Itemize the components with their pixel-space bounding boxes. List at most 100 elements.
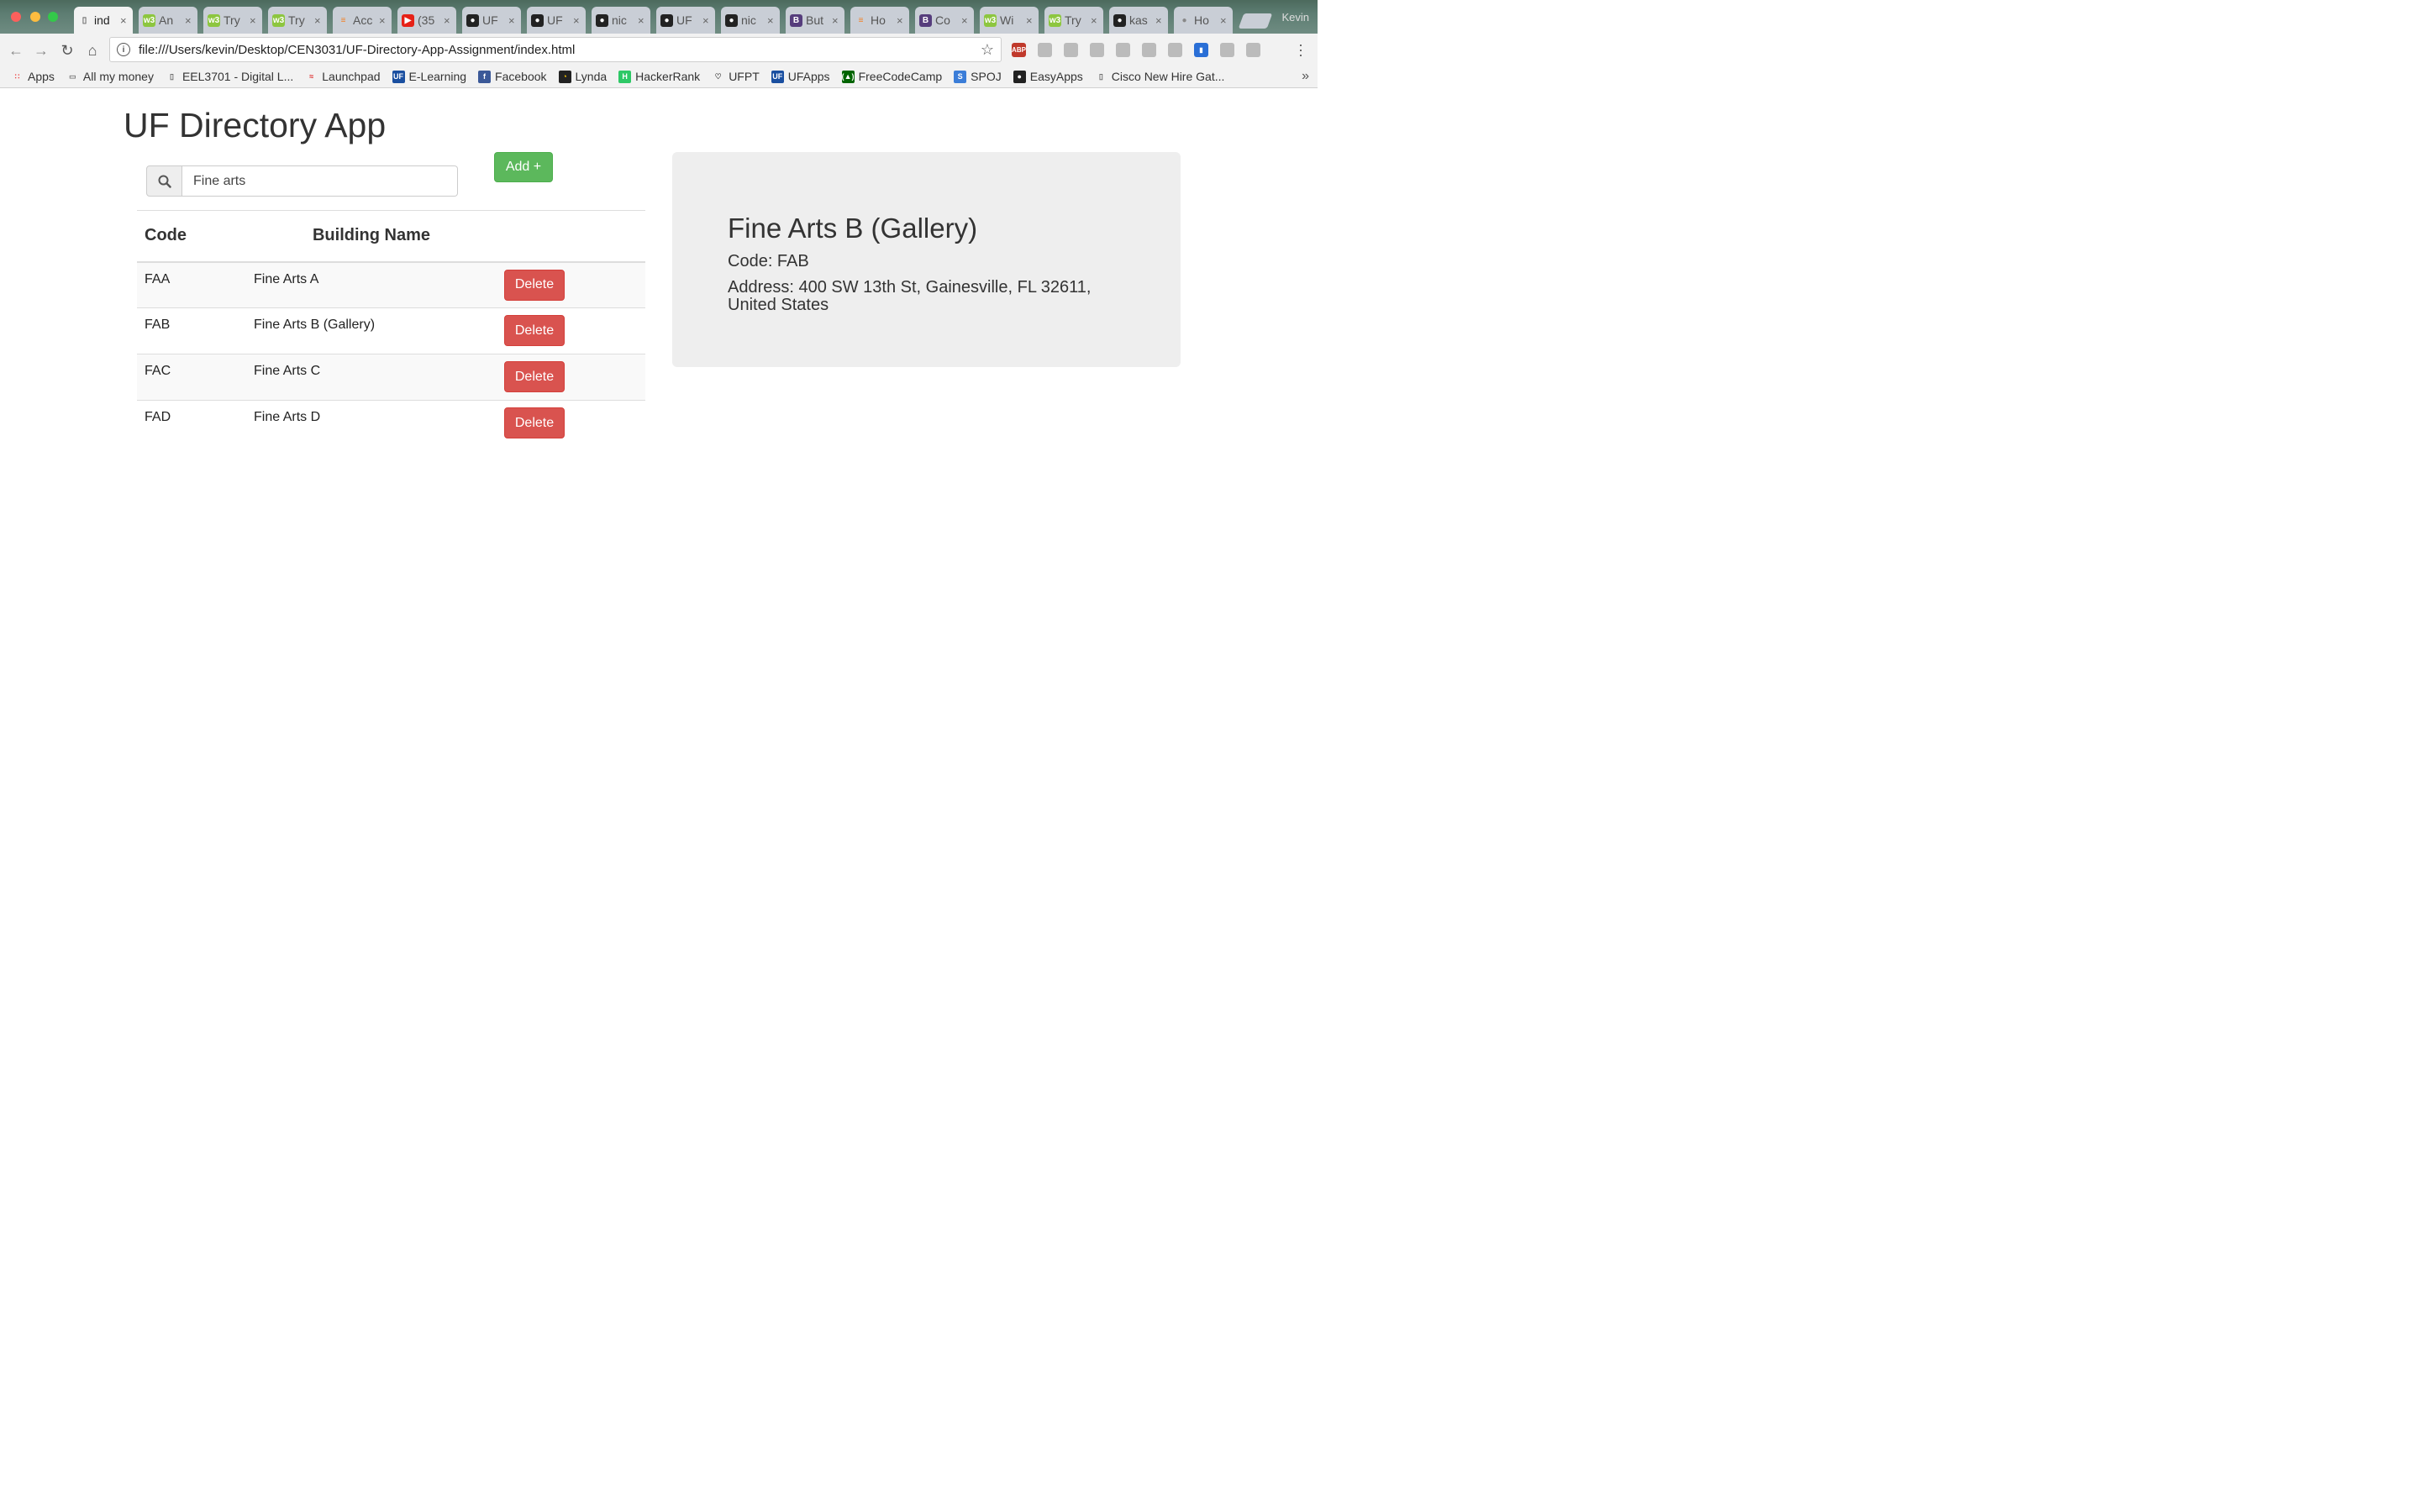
browser-tab[interactable]: ≡ Acc ×	[333, 7, 392, 34]
browser-tab[interactable]: ● UF ×	[527, 7, 586, 34]
close-tab-icon[interactable]: ×	[250, 14, 258, 27]
close-tab-icon[interactable]: ×	[120, 14, 129, 27]
extension-icon[interactable]	[1142, 43, 1156, 57]
info-icon[interactable]: i	[117, 43, 130, 56]
search-icon	[146, 165, 182, 197]
reload-icon[interactable]: ↻	[58, 41, 76, 60]
add-button[interactable]: Add +	[494, 152, 553, 182]
bookmark-item[interactable]: H HackerRank	[618, 70, 700, 83]
search-input[interactable]	[182, 165, 458, 197]
bookmark-label: UFPT	[729, 70, 760, 83]
bookmark-label: EEL3701 - Digital L...	[182, 70, 294, 83]
more-bookmarks-icon[interactable]: »	[1302, 69, 1309, 84]
close-tab-icon[interactable]: ×	[1220, 14, 1228, 27]
bookmark-item[interactable]: S SPOJ	[954, 70, 1002, 83]
extension-icon[interactable]	[1038, 43, 1052, 57]
minimize-window-icon[interactable]	[30, 12, 40, 22]
close-tab-icon[interactable]: ×	[1155, 14, 1164, 27]
browser-tab[interactable]: w3 Try ×	[1044, 7, 1103, 34]
maximize-window-icon[interactable]	[48, 12, 58, 22]
home-icon[interactable]: ⌂	[83, 41, 102, 60]
adblock-icon[interactable]: ABP	[1012, 43, 1026, 57]
delete-button[interactable]: Delete	[504, 269, 565, 301]
action-column-header	[497, 210, 645, 263]
bookmark-item[interactable]: ● EasyApps	[1013, 70, 1083, 83]
extension-icon[interactable]	[1064, 43, 1078, 57]
chrome-menu-icon[interactable]: · · ·	[1296, 37, 1306, 62]
profile-name[interactable]: Kevin	[1281, 11, 1309, 24]
address-url[interactable]: file:///Users/kevin/Desktop/CEN3031/UF-D…	[139, 43, 972, 57]
close-window-icon[interactable]	[11, 12, 21, 22]
bookmark-item[interactable]: (▲) FreeCodeCamp	[841, 70, 942, 83]
close-tab-icon[interactable]: ×	[638, 14, 646, 27]
new-tab-button[interactable]	[1238, 13, 1273, 29]
bookmark-star-icon[interactable]: ☆	[981, 41, 994, 59]
browser-tab[interactable]: ● nic ×	[721, 7, 780, 34]
table-row[interactable]: FAB Fine Arts B (Gallery) Delete	[137, 307, 645, 354]
close-tab-icon[interactable]: ×	[767, 14, 776, 27]
bookmark-item[interactable]: ♡ UFPT	[712, 70, 760, 83]
forward-arrow-icon[interactable]: →	[32, 41, 50, 60]
tab-title: Try	[288, 13, 305, 27]
close-tab-icon[interactable]: ×	[314, 14, 323, 27]
browser-tab[interactable]: ▯ ind ×	[74, 7, 133, 34]
delete-button[interactable]: Delete	[504, 361, 565, 392]
close-tab-icon[interactable]: ×	[573, 14, 581, 27]
extension-icon[interactable]	[1220, 43, 1234, 57]
browser-tab[interactable]: ≡ Ho ×	[850, 7, 909, 34]
building-name: Fine Arts C	[246, 354, 497, 401]
building-name-column-header: Building Name	[246, 210, 497, 263]
browser-tab[interactable]: B But ×	[786, 7, 844, 34]
close-tab-icon[interactable]: ×	[961, 14, 970, 27]
bookmark-label: UFApps	[787, 70, 830, 83]
bookmark-item[interactable]: UF E-Learning	[392, 70, 466, 83]
table-row[interactable]: FAD Fine Arts D Delete	[137, 400, 645, 447]
close-tab-icon[interactable]: ×	[897, 14, 905, 27]
close-tab-icon[interactable]: ×	[1026, 14, 1034, 27]
bookmark-icon[interactable]: ▮	[1194, 43, 1208, 57]
bookmark-item[interactable]: ▯ Cisco New Hire Gat...	[1095, 70, 1225, 83]
table-row[interactable]: FAA Fine Arts A Delete	[137, 261, 645, 308]
close-tab-icon[interactable]: ×	[185, 14, 193, 27]
bookmark-item[interactable]: ≈ Launchpad	[305, 70, 380, 83]
browser-tab[interactable]: ● UF ×	[656, 7, 715, 34]
browser-tab[interactable]: ● nic ×	[592, 7, 650, 34]
back-arrow-icon[interactable]: ←	[7, 41, 25, 60]
bookmark-item[interactable]: ▭ All my money	[66, 70, 154, 83]
lynda-icon: ◔	[558, 70, 571, 83]
browser-tab[interactable]: w3 Try ×	[268, 7, 327, 34]
page-icon: ▯	[169, 71, 174, 81]
close-tab-icon[interactable]: ×	[832, 14, 840, 27]
address-bar[interactable]: i file:///Users/kevin/Desktop/CEN3031/UF…	[109, 37, 1002, 62]
extension-icon[interactable]	[1116, 43, 1130, 57]
bookmark-item[interactable]: ▯ EEL3701 - Digital L...	[166, 70, 293, 83]
tab-title: Ho	[1194, 13, 1209, 27]
extension-icon[interactable]	[1168, 43, 1182, 57]
close-tab-icon[interactable]: ×	[444, 14, 452, 27]
bookmark-item[interactable]: ◔ Lynda	[558, 70, 607, 83]
delete-button[interactable]: Delete	[504, 315, 565, 346]
github-icon: ●	[531, 13, 544, 27]
bootstrap-icon: B	[919, 13, 932, 27]
freecodecamp-icon: (▲)	[841, 70, 855, 83]
close-tab-icon[interactable]: ×	[1091, 14, 1099, 27]
browser-tab[interactable]: w3 Try ×	[203, 7, 262, 34]
browser-tab[interactable]: ● UF ×	[462, 7, 521, 34]
close-tab-icon[interactable]: ×	[379, 14, 387, 27]
bookmark-item[interactable]: ∷ Apps	[11, 70, 55, 83]
delete-button[interactable]: Delete	[504, 407, 565, 438]
bookmark-item[interactable]: UF UFApps	[771, 70, 830, 83]
browser-tab[interactable]: ● Ho ×	[1174, 7, 1233, 34]
browser-tab[interactable]: w3 An ×	[139, 7, 197, 34]
extension-icon[interactable]	[1246, 43, 1260, 57]
browser-tab[interactable]: w3 Wi ×	[980, 7, 1039, 34]
browser-tab[interactable]: ▶ (35 ×	[397, 7, 456, 34]
extension-icon[interactable]	[1090, 43, 1104, 57]
table-row[interactable]: FAC Fine Arts C Delete	[137, 354, 645, 401]
bookmark-item[interactable]: f Facebook	[478, 70, 547, 83]
browser-tab[interactable]: B Co ×	[915, 7, 974, 34]
close-tab-icon[interactable]: ×	[702, 14, 711, 27]
browser-tab[interactable]: ● kas ×	[1109, 7, 1168, 34]
close-tab-icon[interactable]: ×	[508, 14, 517, 27]
details-code: Code: FAB	[728, 252, 809, 270]
